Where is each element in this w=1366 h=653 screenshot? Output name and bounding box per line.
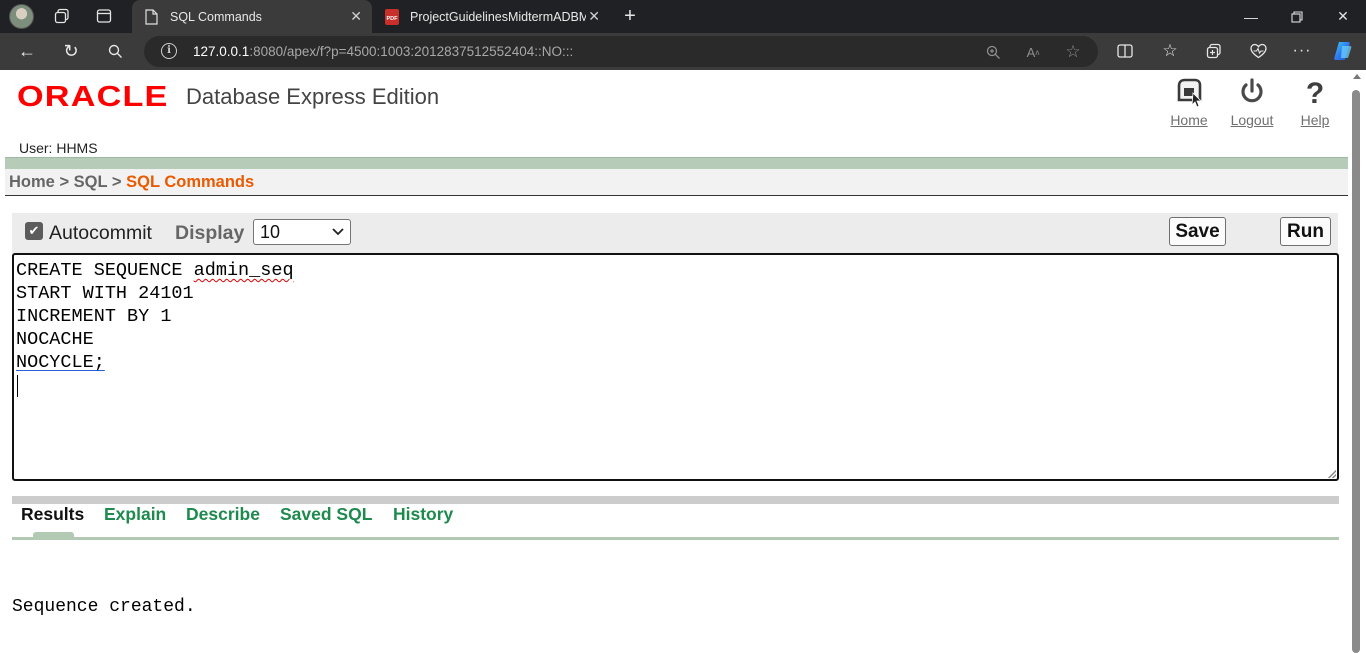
text-caret xyxy=(17,375,18,397)
help-link-label: Help xyxy=(1300,112,1330,128)
code-line-4: NOCACHE xyxy=(16,329,94,350)
code-line-2: START WITH 24101 xyxy=(16,283,194,304)
tab-explain[interactable]: Explain xyxy=(104,504,166,525)
sql-editor[interactable]: CREATE SEQUENCE admin_seq START WITH 241… xyxy=(12,253,1339,481)
tab-actions-icon[interactable] xyxy=(90,3,118,29)
home-link-label: Home xyxy=(1170,112,1208,128)
oracle-logo[interactable]: ORACLE Database Express Edition xyxy=(17,81,439,113)
tab-saved-sql[interactable]: Saved SQL xyxy=(280,504,372,525)
breadcrumb-separator: > xyxy=(59,173,70,191)
tab-title: ProjectGuidelinesMidtermADBMS xyxy=(410,9,586,24)
split-screen-icon[interactable] xyxy=(1110,38,1140,64)
refresh-icon[interactable]: ↻ xyxy=(56,38,86,64)
close-tab-icon[interactable]: ✕ xyxy=(350,8,362,25)
back-icon[interactable]: ← xyxy=(12,38,42,64)
scroll-up-icon[interactable] xyxy=(1353,74,1361,79)
result-tabs: Results Explain Describe Saved SQL Histo… xyxy=(12,504,1339,540)
product-name: Database Express Edition xyxy=(186,84,440,109)
address-bar[interactable]: i 127.0.0.1:8080/apex/f?p=4500:1003:2012… xyxy=(144,36,1098,67)
results-divider xyxy=(12,496,1339,504)
breadcrumb-sql[interactable]: SQL xyxy=(74,173,108,191)
vertical-scrollbar[interactable] xyxy=(1348,70,1366,653)
pdf-icon: PDF xyxy=(385,8,399,25)
restore-icon[interactable] xyxy=(1274,0,1320,33)
tab-title: SQL Commands xyxy=(170,9,262,24)
workspaces-icon[interactable] xyxy=(48,3,76,29)
read-aloud-icon[interactable]: Aʌ xyxy=(1022,41,1044,63)
code-line-5: NOCYCLE; xyxy=(16,352,105,373)
collections-icon[interactable] xyxy=(1199,38,1229,64)
scroll-thumb[interactable] xyxy=(1352,90,1360,653)
favorites-icon[interactable]: ☆ xyxy=(1155,38,1185,64)
page-icon xyxy=(145,8,159,25)
oracle-wordmark: ORACLE xyxy=(17,80,169,113)
tabs-underline xyxy=(12,537,1339,540)
tab-results[interactable]: Results xyxy=(21,504,84,525)
breadcrumb-separator: > xyxy=(111,173,122,191)
close-tab-icon[interactable]: ✕ xyxy=(588,8,600,25)
breadcrumb-bar: Home > SQL > SQL Commands xyxy=(5,169,1348,196)
autocommit-label: Autocommit xyxy=(49,222,152,244)
tab-project-guidelines[interactable]: PDF ProjectGuidelinesMidtermADBMS ✕ xyxy=(372,0,610,33)
search-icon[interactable] xyxy=(100,38,130,64)
breadcrumb-home[interactable]: Home xyxy=(9,173,55,191)
home-icon xyxy=(1159,76,1219,108)
current-user: User: HHMS xyxy=(19,140,98,156)
minimize-icon[interactable]: — xyxy=(1228,0,1274,33)
display-rows-select[interactable]: 10 xyxy=(253,219,351,245)
more-options-icon[interactable]: ··· xyxy=(1287,38,1317,64)
help-link[interactable]: ? Help xyxy=(1285,76,1345,128)
result-output: Sequence created. xyxy=(12,597,196,617)
browser-nav-bar: ← ↻ i 127.0.0.1:8080/apex/f?p=4500:1003:… xyxy=(0,33,1366,70)
svg-text:PDF: PDF xyxy=(387,16,399,22)
breadcrumb-current: SQL Commands xyxy=(126,173,255,191)
resize-grip-icon[interactable] xyxy=(1328,470,1336,478)
home-link[interactable]: Home xyxy=(1159,76,1219,128)
sql-code[interactable]: CREATE SEQUENCE admin_seq START WITH 241… xyxy=(16,259,294,374)
save-button[interactable]: Save xyxy=(1169,217,1226,246)
zoom-icon[interactable] xyxy=(982,41,1004,63)
spellcheck-word: admin_seq xyxy=(193,260,294,281)
display-label: Display xyxy=(175,222,245,244)
favorite-star-icon[interactable]: ☆ xyxy=(1062,41,1084,63)
svg-text:?: ? xyxy=(1306,77,1324,108)
code-line-3: INCREMENT BY 1 xyxy=(16,306,172,327)
command-toolbar: ✔ Autocommit Display 10 Save Run xyxy=(12,213,1338,254)
logout-link-label: Logout xyxy=(1230,112,1274,128)
new-tab-icon[interactable]: + xyxy=(616,3,644,29)
copilot-icon[interactable] xyxy=(1328,38,1358,64)
header-divider xyxy=(5,157,1348,169)
tab-history[interactable]: History xyxy=(393,504,453,525)
site-info-icon[interactable]: i xyxy=(161,43,177,59)
help-icon: ? xyxy=(1285,76,1345,110)
url-text[interactable]: 127.0.0.1:8080/apex/f?p=4500:1003:201283… xyxy=(193,44,573,59)
logout-link[interactable]: Logout xyxy=(1222,76,1282,128)
profile-avatar[interactable] xyxy=(9,4,34,29)
display-rows-value: 10 xyxy=(260,222,281,242)
close-window-icon[interactable]: ✕ xyxy=(1320,0,1366,33)
tab-describe[interactable]: Describe xyxy=(186,504,260,525)
browser-tab-bar: SQL Commands ✕ PDF ProjectGuidelinesMidt… xyxy=(0,0,1366,33)
autocommit-checkbox[interactable]: ✔ xyxy=(25,222,43,240)
power-icon xyxy=(1222,76,1282,108)
run-button[interactable]: Run xyxy=(1280,217,1331,246)
chevron-down-icon xyxy=(332,220,344,252)
page-viewport: ORACLE Database Express Edition Home Log… xyxy=(5,70,1348,653)
breadcrumb: Home > SQL > SQL Commands xyxy=(9,173,254,192)
tab-sql-commands[interactable]: SQL Commands ✕ xyxy=(132,0,372,33)
browser-essentials-icon[interactable] xyxy=(1243,38,1273,64)
code-line-1: CREATE SEQUENCE admin_seq xyxy=(16,260,294,281)
